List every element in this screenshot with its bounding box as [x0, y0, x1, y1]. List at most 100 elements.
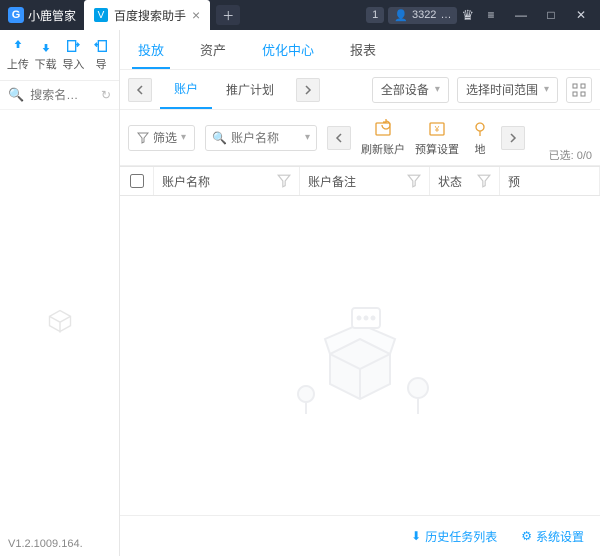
sidebar-search: 🔍 ↻ — [0, 81, 119, 110]
funnel-icon[interactable] — [407, 174, 421, 188]
action-toolbar: 筛选 ▾ 🔍 ▾ 刷新账户 ¥ 预算设置 — [120, 110, 600, 166]
title-bar: G 小鹿管家 V 百度搜索助手 × ＋ 1 👤 3322 … ♛ ≡ — □ ✕ — [0, 0, 600, 30]
geo-button[interactable]: 地 — [469, 119, 491, 157]
svg-text:¥: ¥ — [434, 125, 440, 134]
refresh-icon[interactable]: ↻ — [101, 88, 111, 102]
history-button[interactable]: ⬇ 历史任务列表 — [411, 528, 497, 545]
select-all-checkbox[interactable] — [130, 174, 144, 188]
funnel-icon — [137, 132, 149, 144]
scroll-left-button[interactable] — [327, 126, 351, 150]
footer-bar: ⬇ 历史任务列表 ⚙ 系统设置 — [120, 516, 600, 556]
download-icon — [38, 38, 54, 54]
tab-optimize[interactable]: 优化中心 — [244, 30, 332, 69]
version-label: V1.2.1009.164. — [0, 532, 119, 556]
empty-box-icon — [46, 307, 74, 335]
timerange-select-label: 选择时间范围 — [466, 81, 538, 98]
subtab-plan[interactable]: 推广计划 — [212, 70, 288, 109]
gear-icon: ⚙ — [521, 529, 532, 543]
col-account-note-label: 账户备注 — [308, 173, 356, 190]
nav-next-button[interactable] — [296, 78, 320, 102]
timerange-select[interactable]: 选择时间范围 ▾ — [457, 77, 558, 103]
export-icon — [93, 38, 109, 54]
system-settings-label: 系统设置 — [536, 528, 584, 545]
refresh-account-icon — [373, 119, 393, 139]
add-tab-button[interactable]: ＋ — [216, 5, 240, 25]
selection-value: 0/0 — [577, 150, 592, 162]
col-account-name[interactable]: 账户名称 — [154, 167, 300, 195]
geo-label: 地 — [475, 141, 486, 157]
vip-crown-icon[interactable]: ♛ — [461, 7, 474, 24]
window-menu-button[interactable]: ≡ — [478, 0, 504, 30]
table-header: 账户名称 账户备注 状态 预 — [120, 166, 600, 196]
account-search: 🔍 ▾ — [205, 125, 317, 151]
chevron-left-icon — [334, 133, 344, 143]
import-icon — [65, 38, 81, 54]
funnel-icon[interactable] — [477, 174, 491, 188]
sidebar-search-input[interactable] — [30, 88, 95, 102]
search-icon: 🔍 — [212, 131, 227, 145]
device-select[interactable]: 全部设备 ▾ — [372, 77, 449, 103]
sidebar-empty — [0, 110, 119, 532]
baidu-icon: V — [94, 8, 108, 22]
app-logo: G 小鹿管家 — [0, 7, 84, 24]
chevron-right-icon — [508, 133, 518, 143]
app-name: 小鹿管家 — [28, 7, 76, 24]
user-area[interactable]: 👤 3322 … — [388, 7, 457, 24]
history-label: 历史任务列表 — [425, 528, 497, 545]
chevron-down-icon[interactable]: ▾ — [305, 132, 310, 143]
import-button[interactable]: 导入 — [60, 38, 88, 72]
download-label: 下载 — [35, 56, 57, 72]
upload-label: 上传 — [7, 56, 29, 72]
refresh-account-button[interactable]: 刷新账户 — [361, 119, 405, 157]
tab-assets[interactable]: 资产 — [182, 30, 244, 69]
tab-report[interactable]: 报表 — [332, 30, 394, 69]
filter-button[interactable]: 筛选 ▾ — [128, 125, 195, 151]
subtab-account[interactable]: 账户 — [160, 70, 212, 109]
chevron-left-icon — [135, 85, 145, 95]
budget-setting-button[interactable]: ¥ 预算设置 — [415, 119, 459, 157]
table-body-empty — [120, 196, 600, 516]
sidebar: 上传 下载 导入 导 🔍 ↻ V1.2.1009.164. — [0, 30, 120, 556]
account-search-input[interactable] — [231, 131, 301, 145]
window-tab[interactable]: V 百度搜索助手 × — [84, 0, 210, 30]
scroll-right-button[interactable] — [501, 126, 525, 150]
sidebar-toolbar: 上传 下载 导入 导 — [0, 30, 119, 81]
sub-tabs: 账户 推广计划 — [160, 70, 288, 109]
selection-count: 已选: 0/0 — [549, 147, 592, 163]
upload-button[interactable]: 上传 — [4, 38, 32, 72]
empty-illustration — [280, 284, 440, 427]
column-setting-button[interactable] — [566, 77, 592, 103]
system-settings-button[interactable]: ⚙ 系统设置 — [521, 528, 584, 545]
minimize-button[interactable]: — — [508, 0, 534, 30]
geo-icon — [470, 119, 490, 139]
tab-delivery[interactable]: 投放 — [120, 30, 182, 69]
download-list-icon: ⬇ — [411, 529, 421, 543]
col-status[interactable]: 状态 — [430, 167, 500, 195]
funnel-icon[interactable] — [277, 174, 291, 188]
chevron-down-icon: ▾ — [544, 84, 549, 95]
col-budget-label: 预 — [508, 173, 520, 190]
main-tabs: 投放 资产 优化中心 报表 — [120, 30, 600, 70]
budget-label: 预算设置 — [415, 141, 459, 157]
refresh-account-label: 刷新账户 — [361, 141, 405, 157]
export-label: 导 — [96, 56, 107, 72]
download-button[interactable]: 下载 — [32, 38, 60, 72]
user-id: 3322 — [412, 9, 436, 21]
export-button[interactable]: 导 — [87, 38, 115, 72]
maximize-button[interactable]: □ — [538, 0, 564, 30]
chevron-down-icon: ▾ — [181, 132, 186, 143]
tab-title: 百度搜索助手 — [114, 7, 186, 24]
selection-label: 已选: — [549, 150, 574, 162]
col-account-note[interactable]: 账户备注 — [300, 167, 430, 195]
filter-label: 筛选 — [153, 129, 177, 146]
search-icon: 🔍 — [8, 87, 24, 103]
notification-badge[interactable]: 1 — [366, 7, 384, 23]
close-tab-icon[interactable]: × — [192, 8, 200, 22]
main-area: 投放 资产 优化中心 报表 账户 推广计划 全部设备 ▾ 选择时间范围 — [120, 30, 600, 556]
nav-prev-button[interactable] — [128, 78, 152, 102]
col-budget[interactable]: 预 — [500, 167, 600, 195]
sub-toolbar: 账户 推广计划 全部设备 ▾ 选择时间范围 ▾ — [120, 70, 600, 110]
upload-icon — [10, 38, 26, 54]
chevron-down-icon: ▾ — [435, 84, 440, 95]
close-window-button[interactable]: ✕ — [568, 0, 594, 30]
